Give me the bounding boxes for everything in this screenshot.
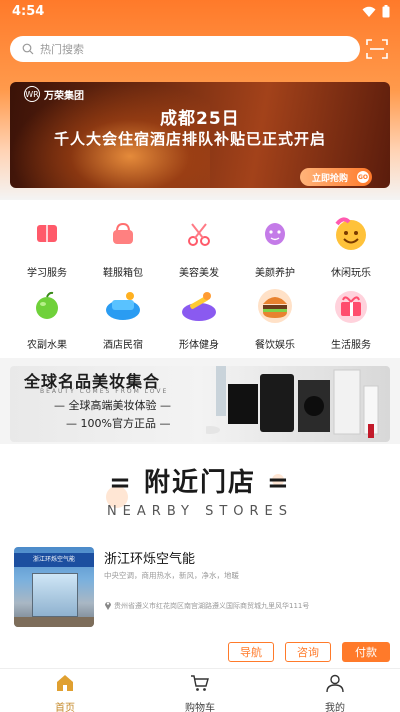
store-tags: 中央空调，商用热水，新风，净水，地暖	[104, 571, 239, 580]
cosmetics-products-image	[206, 366, 379, 438]
category-item-shoes-bags[interactable]: 鞋服箱包	[85, 214, 161, 279]
go-badge: GO	[357, 171, 369, 183]
category-label: 形体健身	[179, 340, 219, 351]
nearby-section-header: = 附近门店 = NEARBY STORES	[0, 444, 400, 532]
consult-button[interactable]: 咨询	[285, 642, 331, 662]
category-label: 休闲玩乐	[331, 268, 371, 279]
store-photo-ground	[14, 617, 94, 627]
category-label: 美容美发	[179, 268, 219, 279]
status-bar: 4:54	[0, 0, 400, 24]
store-photo: 浙江环烁空气能	[14, 547, 94, 627]
nearby-subtitle: NEARBY STORES	[106, 504, 294, 519]
hotel-bed-icon	[106, 292, 140, 320]
beauty-banner-line2: — 100%官方正品 —	[66, 417, 171, 430]
bottom-tab-bar: 首页 购物车 我的	[0, 668, 400, 712]
banner-logo: WR 万荣集团	[24, 86, 84, 102]
category-item-dining[interactable]: 餐饮娱乐	[237, 286, 313, 351]
category-grid: 学习服务 鞋服箱包 美容美发 美颜养护 休闲玩乐 农副水果 酒店民宿 形体健身 …	[0, 200, 400, 358]
category-item-skin-care[interactable]: 美颜养护	[237, 214, 313, 279]
store-photo-door	[32, 573, 78, 617]
banner-buy-button[interactable]: 立即抢购 GO	[300, 168, 372, 186]
status-time: 4:54	[12, 4, 45, 19]
navigate-button[interactable]: 导航	[228, 642, 274, 662]
handbag-icon	[113, 222, 133, 244]
category-label: 美颜养护	[255, 268, 295, 279]
battery-icon	[382, 5, 390, 18]
banner-logo-text: 万荣集团	[44, 90, 84, 102]
tab-label: 购物车	[185, 703, 215, 712]
book-icon	[37, 225, 57, 242]
logo-mark-icon: WR	[24, 86, 40, 102]
category-item-fitness[interactable]: 形体健身	[161, 286, 237, 351]
beauty-banner[interactable]: 全球名品美妆集合 BEAUTY COMES FROM LOVE — 全球高端美妆…	[10, 366, 390, 442]
category-label: 生活服务	[331, 340, 371, 351]
category-label: 酒店民宿	[103, 340, 143, 351]
beauty-banner-line1: — 全球高端美妆体验 —	[54, 399, 171, 412]
store-card[interactable]: 浙江环烁空气能 浙江环烁空气能 中央空调，商用热水，新风，净水，地暖 贵州省遵义…	[0, 532, 400, 668]
status-icons	[362, 5, 390, 18]
promo-banner[interactable]: WR 万荣集团 成都25日 千人大会住宿酒店排队补贴已正式开启 立即抢购 GO	[10, 82, 390, 188]
category-item-beauty-hair[interactable]: 美容美发	[161, 214, 237, 279]
pay-button[interactable]: 付款	[342, 642, 390, 662]
wifi-icon	[362, 6, 376, 17]
category-item-leisure[interactable]: 休闲玩乐	[313, 214, 389, 279]
search-input[interactable]: 热门搜索	[10, 36, 360, 62]
category-item-study[interactable]: 学习服务	[9, 214, 85, 279]
tab-cart[interactable]: 购物车	[160, 673, 240, 712]
banner-buy-label: 立即抢购	[312, 173, 349, 184]
face-mask-icon	[265, 223, 285, 245]
search-icon	[22, 43, 34, 55]
tab-profile[interactable]: 我的	[295, 673, 375, 712]
scissors-icon	[188, 223, 210, 246]
nearby-title: = 附近门店 =	[109, 468, 291, 498]
location-pin-icon	[105, 602, 111, 610]
category-item-produce[interactable]: 农副水果	[9, 286, 85, 351]
banner-title-line1: 成都25日	[160, 109, 240, 129]
store-photo-sign: 浙江环烁空气能	[14, 553, 94, 567]
category-item-life-service[interactable]: 生活服务	[313, 286, 389, 351]
tab-label: 首页	[55, 703, 75, 712]
category-label: 农副水果	[27, 340, 67, 351]
user-icon	[326, 674, 344, 693]
tab-home[interactable]: 首页	[25, 673, 105, 712]
home-icon	[57, 675, 73, 691]
store-name: 浙江环烁空气能	[104, 552, 196, 567]
banner-title-line2: 千人大会住宿酒店排队补贴已正式开启	[54, 130, 327, 148]
category-item-hotel[interactable]: 酒店民宿	[85, 286, 161, 351]
cart-icon	[191, 675, 209, 691]
store-address: 贵州省遵义市红花岗区南宫湖路遵义国际商贸城九里风华111号	[114, 602, 310, 610]
category-label: 鞋服箱包	[103, 268, 143, 279]
burger-icon	[258, 289, 292, 323]
apple-icon	[36, 291, 58, 319]
smiley-icon	[335, 217, 366, 250]
beauty-banner-subtitle: BEAUTY COMES FROM LOVE	[40, 388, 169, 395]
category-label: 餐饮娱乐	[255, 340, 295, 351]
scan-icon[interactable]	[366, 39, 388, 59]
tab-label: 我的	[325, 703, 345, 712]
gift-icon	[335, 291, 367, 323]
search-placeholder: 热门搜索	[40, 43, 84, 56]
category-label: 学习服务	[27, 268, 67, 279]
dumbbell-icon	[182, 292, 216, 321]
